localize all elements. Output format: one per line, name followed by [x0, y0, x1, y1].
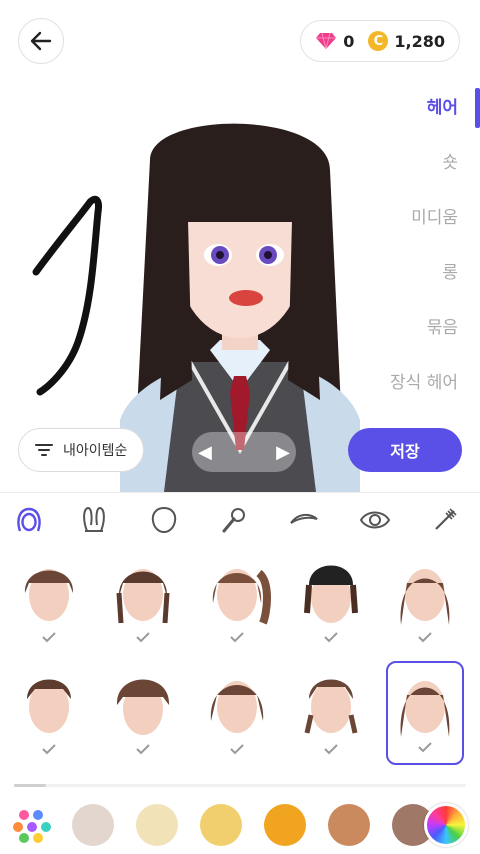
- hair-thumbnail: [24, 569, 74, 621]
- gem-count: 0: [343, 31, 355, 51]
- sort-button[interactable]: 내아이템순: [18, 428, 145, 472]
- filter-icon: [35, 444, 53, 456]
- tab-headwear[interactable]: [59, 493, 129, 547]
- currency-display[interactable]: 0 C 1,280: [300, 20, 460, 62]
- category-active-indicator: [475, 88, 480, 128]
- hair-item[interactable]: [104, 553, 182, 657]
- gem-icon: [316, 32, 337, 50]
- hair-thumbnail: [212, 569, 271, 625]
- color-swatch[interactable]: [136, 804, 178, 846]
- palette-icon[interactable]: [12, 805, 52, 845]
- sort-label: 내아이템순: [63, 443, 128, 459]
- tab-eyebrow[interactable]: [269, 493, 339, 547]
- rotate-control[interactable]: ◀ ▶: [192, 432, 296, 472]
- hair-item[interactable]: [198, 553, 276, 657]
- customization-panel: [0, 492, 480, 854]
- hair-thumbnail: [116, 569, 170, 624]
- category-long[interactable]: 롱: [442, 253, 458, 308]
- category-short[interactable]: 숏: [442, 143, 458, 198]
- hair-thumbnail: [116, 679, 170, 735]
- save-button[interactable]: 저장: [348, 428, 462, 472]
- arrow-left-icon: [30, 31, 52, 51]
- scribble-stroke: [32, 195, 102, 396]
- eye-icon: [359, 511, 390, 529]
- color-swatch[interactable]: [200, 804, 242, 846]
- check-icon: [230, 744, 244, 755]
- face-shape-icon: [151, 506, 177, 534]
- check-icon: [42, 744, 56, 755]
- color-swatch-row: [0, 799, 480, 851]
- tab-lashes[interactable]: [410, 493, 480, 547]
- hair-icon: [17, 507, 42, 532]
- hair-item[interactable]: [10, 553, 88, 657]
- category-tied[interactable]: 묶음: [427, 308, 458, 363]
- hair-item-selected[interactable]: [386, 661, 464, 765]
- category-hair[interactable]: 헤어: [427, 88, 458, 143]
- hair-thumbnail: [400, 569, 450, 625]
- hair-item[interactable]: [292, 553, 370, 657]
- coin-count: 1,280: [394, 31, 445, 51]
- mascara-icon: [435, 508, 457, 530]
- back-button[interactable]: [18, 18, 64, 64]
- hair-category-list: 헤어 숏 미디움 롱 묶음 장식 헤어: [390, 88, 458, 418]
- microphone-icon: [222, 508, 246, 533]
- check-icon: [324, 632, 338, 643]
- color-swatch[interactable]: [328, 804, 370, 846]
- hair-thumbnail: [210, 681, 264, 733]
- check-icon: [230, 632, 244, 643]
- hair-thumbnail: [400, 681, 450, 737]
- check-icon: [324, 744, 338, 755]
- check-icon: [418, 742, 432, 753]
- rotate-right-icon[interactable]: ▶: [276, 442, 290, 463]
- tab-hair[interactable]: [0, 493, 59, 547]
- hair-item[interactable]: [386, 553, 464, 657]
- scrollbar-thumb[interactable]: [14, 784, 46, 787]
- bunny-ears-icon: [82, 506, 105, 532]
- color-swatch[interactable]: [72, 804, 114, 846]
- color-swatch[interactable]: [264, 804, 306, 846]
- eyebrow-icon: [290, 513, 319, 524]
- avatar-preview: 0 C 1,280 헤어 숏 미디움 롱 묶음 장식 헤어 ◀ ▶ 내아이템순 …: [0, 0, 480, 492]
- check-icon: [136, 632, 150, 643]
- check-icon: [418, 632, 432, 643]
- hair-item[interactable]: [104, 665, 182, 769]
- hair-item[interactable]: [198, 665, 276, 769]
- tab-eye[interactable]: [340, 493, 410, 547]
- grid-scrollbar[interactable]: [14, 784, 466, 787]
- check-icon: [42, 632, 56, 643]
- coin-icon: C: [368, 31, 389, 51]
- check-icon: [136, 744, 150, 755]
- hair-item[interactable]: [292, 665, 370, 769]
- hair-thumbnail: [27, 679, 71, 733]
- category-hair-accessory[interactable]: 장식 헤어: [390, 363, 458, 418]
- hair-thumbnail: [304, 679, 358, 734]
- tab-makeup[interactable]: [199, 493, 269, 547]
- tab-face[interactable]: [129, 493, 199, 547]
- category-medium[interactable]: 미디움: [411, 198, 458, 253]
- rotate-left-icon[interactable]: ◀: [198, 442, 212, 463]
- feature-tab-bar: [0, 493, 480, 547]
- hair-item[interactable]: [10, 665, 88, 769]
- hair-thumbnail: [304, 565, 358, 623]
- color-wheel-picker[interactable]: [424, 803, 468, 847]
